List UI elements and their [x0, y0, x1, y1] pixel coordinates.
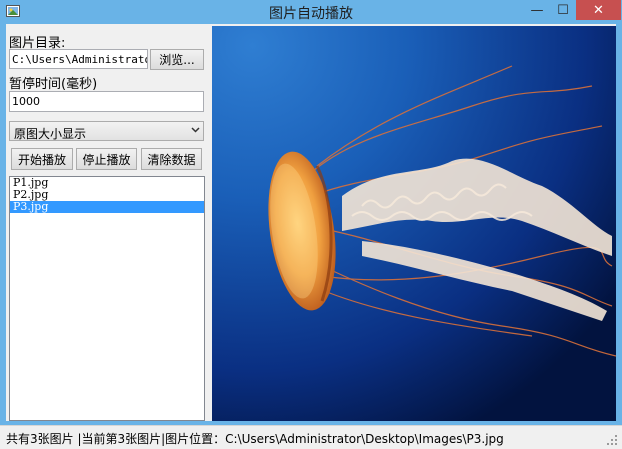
- maximize-button[interactable]: ☐: [550, 0, 576, 20]
- minimize-button[interactable]: —: [524, 0, 550, 20]
- start-button[interactable]: 开始播放: [11, 148, 73, 170]
- browse-button[interactable]: 浏览...: [150, 49, 204, 70]
- title-bar[interactable]: 图片自动播放 — ☐ ✕: [0, 0, 622, 24]
- display-mode-value: 原图大小显示: [14, 127, 87, 141]
- close-button[interactable]: ✕: [576, 0, 621, 20]
- resize-grip-icon[interactable]: [606, 434, 618, 446]
- status-bar: 共有3张图片 |当前第3张图片|图片位置：C:\Users\Administra…: [0, 425, 622, 449]
- clear-button[interactable]: 清除数据: [141, 148, 202, 170]
- list-item[interactable]: P3.jpg: [10, 201, 204, 213]
- pause-input[interactable]: 1000: [9, 91, 204, 112]
- app-window: 图片自动播放 — ☐ ✕ 图片目录: C:\Users\Administrato…: [0, 0, 622, 449]
- chevron-down-icon: [191, 127, 200, 133]
- status-text: 共有3张图片 |当前第3张图片|图片位置：C:\Users\Administra…: [6, 432, 504, 446]
- stop-button[interactable]: 停止播放: [76, 148, 137, 170]
- dir-input[interactable]: C:\Users\Administrator: [9, 49, 148, 69]
- jellyfish-image: [212, 26, 616, 421]
- image-display: [212, 26, 616, 421]
- display-mode-select[interactable]: 原图大小显示: [9, 121, 204, 141]
- client-area: 图片目录: C:\Users\Administrator 浏览... 暂停时间(…: [6, 24, 616, 421]
- pause-label: 暂停时间(毫秒): [9, 77, 98, 92]
- file-list[interactable]: P1.jpg P2.jpg P3.jpg: [9, 176, 205, 421]
